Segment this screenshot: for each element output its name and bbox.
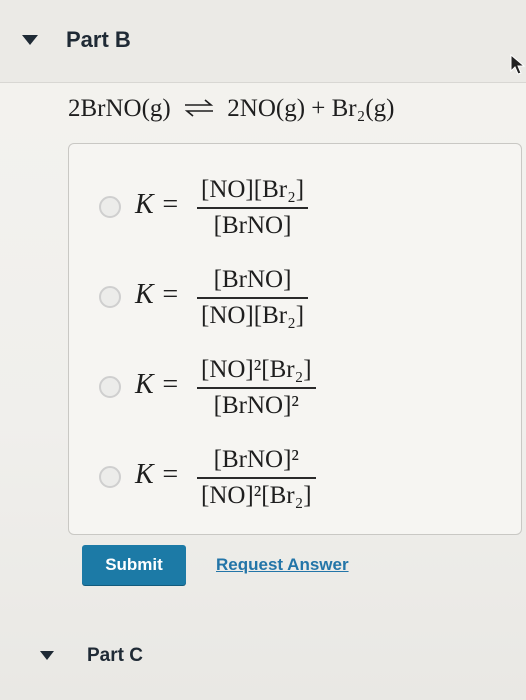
denominator: [NO][Br₂] xyxy=(201,302,305,329)
equilibrium-arrow-icon xyxy=(183,96,215,124)
equation-products: 2NO(g) + Br₂(g) xyxy=(227,95,395,122)
request-answer-link[interactable]: Request Answer xyxy=(216,555,349,575)
chemical-equation: 2BrNO(g) 2NO(g) + Br₂(g) xyxy=(68,95,395,124)
k-label: K = xyxy=(135,189,180,220)
fraction-bar xyxy=(197,477,316,479)
fraction: [NO]²[Br₂] [BrNO]² xyxy=(197,356,316,420)
k-label: K = xyxy=(135,279,180,310)
option-2[interactable]: K = [BrNO] [NO][Br₂] xyxy=(99,262,459,342)
k-label: K = xyxy=(135,459,180,490)
fraction-bar xyxy=(197,297,309,299)
numerator: [NO][Br₂] xyxy=(201,176,305,203)
answer-options-box: K = [NO][Br₂] [BrNO] K = [BrNO] [NO][Br₂… xyxy=(68,143,522,535)
radio-button[interactable] xyxy=(99,286,121,308)
radio-button[interactable] xyxy=(99,196,121,218)
option-1[interactable]: K = [NO][Br₂] [BrNO] xyxy=(99,172,459,252)
submit-button[interactable]: Submit xyxy=(82,545,186,585)
fraction-bar xyxy=(197,387,316,389)
fraction: [BrNO]² [NO]²[Br₂] xyxy=(197,446,316,510)
denominator: [NO]²[Br₂] xyxy=(201,482,312,509)
numerator: [BrNO]² xyxy=(213,446,299,473)
fraction: [NO][Br₂] [BrNO] xyxy=(197,176,309,240)
numerator: [BrNO] xyxy=(213,266,292,293)
part-b-title: Part B xyxy=(66,27,131,52)
fraction-bar xyxy=(197,207,309,209)
expand-caret-icon[interactable] xyxy=(40,651,54,660)
option-3[interactable]: K = [NO]²[Br₂] [BrNO]² xyxy=(99,352,459,432)
fraction: [BrNO] [NO][Br₂] xyxy=(197,266,309,330)
denominator: [BrNO]² xyxy=(213,392,299,419)
numerator: [NO]²[Br₂] xyxy=(201,356,312,383)
option-4[interactable]: K = [BrNO]² [NO]²[Br₂] xyxy=(99,442,459,522)
part-c-title[interactable]: Part C xyxy=(87,645,143,667)
mouse-cursor-icon xyxy=(510,54,526,75)
denominator: [BrNO] xyxy=(213,212,292,239)
k-label: K = xyxy=(135,369,180,400)
part-b-header[interactable]: Part B xyxy=(0,0,526,83)
equation-reactant: 2BrNO(g) xyxy=(68,95,171,122)
radio-button[interactable] xyxy=(99,376,121,398)
radio-button[interactable] xyxy=(99,466,121,488)
collapse-caret-icon[interactable] xyxy=(22,35,38,45)
